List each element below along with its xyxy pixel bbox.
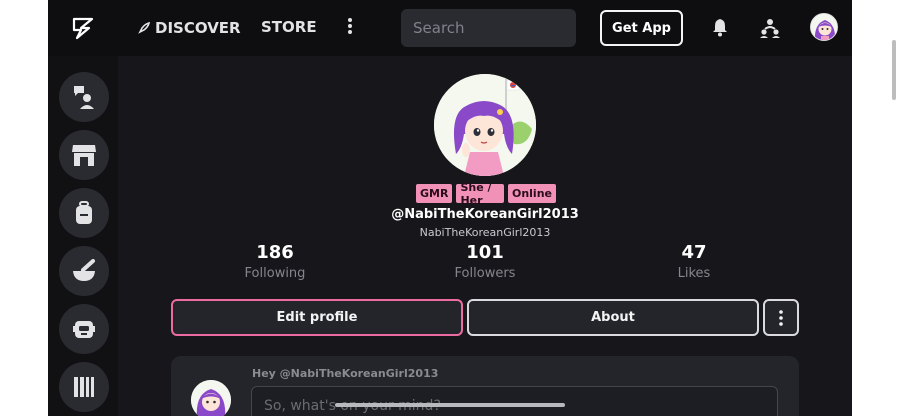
left-sidebar bbox=[48, 56, 118, 416]
post-composer: Hey @NabiTheKoreanGirl2013 bbox=[171, 356, 799, 416]
nav-discover-label: DISCOVER bbox=[155, 19, 241, 37]
home-indicator bbox=[335, 403, 565, 407]
app-window: DISCOVER STORE Get App bbox=[48, 0, 852, 416]
post-input[interactable] bbox=[251, 386, 778, 416]
badge-gmr: GMR bbox=[416, 184, 453, 203]
profile-display-name: NabiTheKoreanGirl2013 bbox=[419, 226, 551, 239]
library-icon bbox=[74, 377, 94, 397]
nav-discover-link[interactable]: DISCOVER bbox=[138, 18, 241, 38]
stat-likes[interactable]: 47 Likes bbox=[629, 242, 759, 281]
profile-handle: @NabiTheKoreanGirl2013 bbox=[391, 207, 579, 222]
profile-badges: GMR She / Her Online bbox=[416, 181, 556, 207]
group-people-icon[interactable] bbox=[759, 17, 781, 39]
search-input[interactable] bbox=[401, 9, 576, 47]
stat-following-label: Following bbox=[244, 266, 306, 281]
storefront-icon bbox=[72, 145, 96, 166]
stat-followers[interactable]: 101 Followers bbox=[420, 242, 550, 281]
more-menu-icon[interactable] bbox=[344, 16, 356, 38]
about-button[interactable]: About bbox=[467, 299, 759, 336]
mortar-pestle-icon bbox=[73, 259, 95, 281]
sidebar-item-inventory[interactable] bbox=[59, 188, 109, 238]
stat-following-value: 186 bbox=[256, 242, 294, 263]
composer-greeting: Hey @NabiTheKoreanGirl2013 bbox=[252, 367, 439, 380]
sidebar-item-chat[interactable] bbox=[59, 72, 109, 122]
bell-icon[interactable] bbox=[711, 17, 729, 37]
sidebar-item-library[interactable] bbox=[59, 362, 109, 412]
rocket-icon bbox=[138, 22, 150, 34]
badge-pronouns: She / Her bbox=[456, 181, 504, 207]
edit-profile-button[interactable]: Edit profile bbox=[171, 299, 463, 336]
profile-avatar[interactable] bbox=[434, 74, 536, 176]
stat-followers-value: 101 bbox=[466, 242, 504, 263]
nav-store-link[interactable]: STORE bbox=[261, 18, 317, 36]
stat-likes-label: Likes bbox=[677, 266, 711, 281]
chat-person-icon bbox=[74, 86, 94, 109]
user-avatar[interactable] bbox=[810, 13, 838, 41]
stat-likes-value: 47 bbox=[681, 242, 707, 263]
sidebar-item-store[interactable] bbox=[59, 130, 109, 180]
page-scrollbar[interactable] bbox=[892, 40, 896, 100]
get-app-button[interactable]: Get App bbox=[600, 10, 683, 46]
badge-online-status: Online bbox=[507, 184, 556, 203]
backpack-icon bbox=[76, 201, 92, 224]
top-navigation-bar: DISCOVER STORE Get App bbox=[48, 0, 852, 56]
composer-avatar bbox=[191, 380, 231, 416]
lightning-logo-icon[interactable] bbox=[72, 16, 94, 40]
sidebar-item-bots[interactable] bbox=[59, 304, 109, 354]
more-vertical-icon bbox=[779, 309, 783, 326]
profile-more-button[interactable] bbox=[763, 299, 799, 336]
stat-followers-label: Followers bbox=[454, 266, 516, 281]
robot-icon bbox=[73, 321, 95, 338]
stat-following[interactable]: 186 Following bbox=[210, 242, 340, 281]
sidebar-item-crafting[interactable] bbox=[59, 246, 109, 296]
